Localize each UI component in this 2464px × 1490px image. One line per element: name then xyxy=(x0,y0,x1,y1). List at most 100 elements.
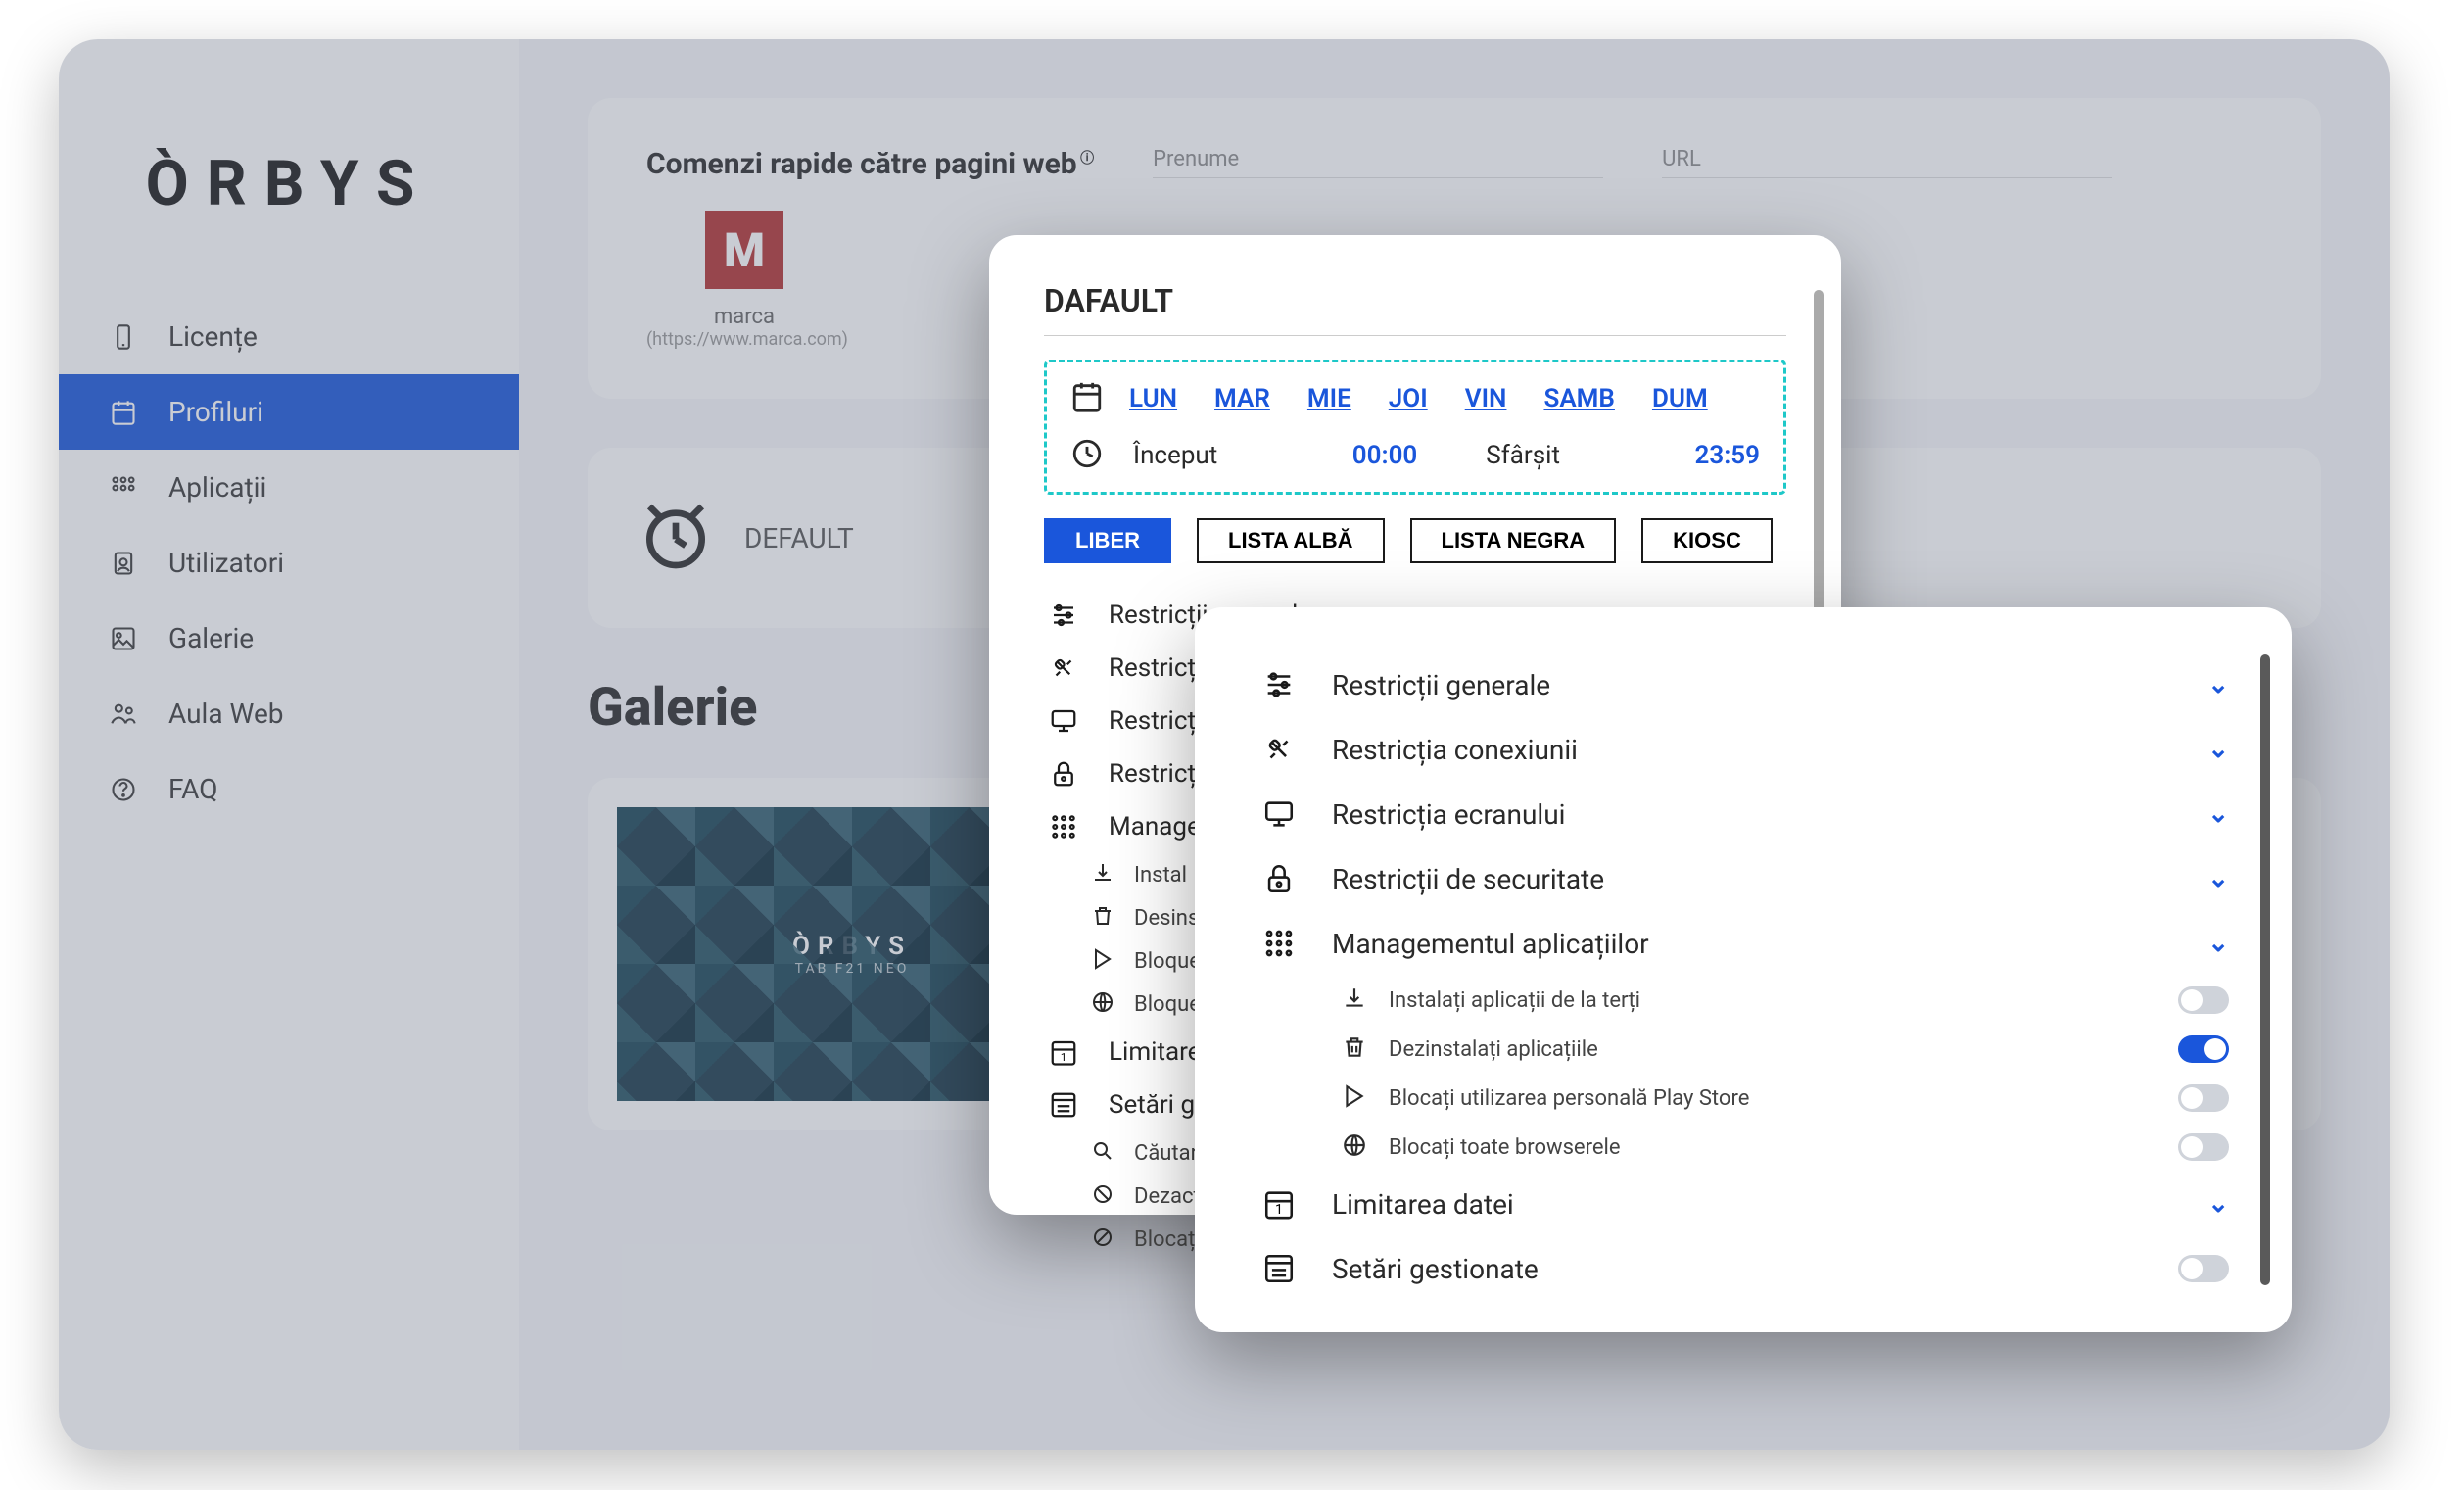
sidebar-item-label: Licențe xyxy=(168,320,258,353)
sidebar-item-licente[interactable]: Licențe xyxy=(59,299,519,374)
toggle-switch[interactable] xyxy=(2178,1255,2229,1282)
shortcut-name: marca xyxy=(646,305,842,329)
toggle-switch[interactable] xyxy=(2178,1084,2229,1112)
profile-name: DEFAULT xyxy=(744,522,854,554)
end-time[interactable]: 23:59 xyxy=(1694,441,1760,470)
globe-icon xyxy=(1091,990,1114,1018)
day-joi[interactable]: JOI xyxy=(1377,384,1440,413)
play-icon xyxy=(1342,1083,1367,1113)
section-managementul-aplicatiilor[interactable]: Managementul aplicațiilor⌄ xyxy=(1257,913,2229,974)
play-icon xyxy=(1091,947,1114,975)
image-icon xyxy=(108,623,139,654)
clock-icon xyxy=(1070,437,1104,474)
settings-page-icon xyxy=(1044,1090,1083,1120)
sidebar: ÒRBYS Licențe Profiluri Aplicații Utiliz… xyxy=(59,39,519,1450)
lock-icon xyxy=(1257,862,1301,895)
monitor-icon xyxy=(1044,706,1083,736)
chevron-down-icon: ⌄ xyxy=(2207,670,2229,699)
scrollbar[interactable] xyxy=(2260,654,2270,1285)
sidebar-item-label: Profiluri xyxy=(168,396,263,428)
sidebar-item-label: Galerie xyxy=(168,622,254,654)
chevron-down-icon: ⌄ xyxy=(2207,864,2229,893)
section-restrictia-ecranului[interactable]: Restricția ecranului⌄ xyxy=(1257,784,2229,844)
users-icon xyxy=(108,698,139,730)
day-dum[interactable]: DUM xyxy=(1640,384,1720,413)
start-label: Început xyxy=(1133,441,1217,470)
shortcut-url: (https://www.marca.com) xyxy=(646,329,842,350)
calendar-date-icon: 1 xyxy=(1257,1187,1301,1221)
plug-icon xyxy=(1257,733,1301,766)
toggle-instalati-terti: Instalați aplicații de la terți xyxy=(1257,978,2229,1023)
url-input[interactable]: URL xyxy=(1662,147,2112,178)
schedule-box: LUN MAR MIE JOI VIN SAMB DUM Început 00:… xyxy=(1044,360,1786,495)
apps-icon xyxy=(1257,927,1301,960)
plug-icon xyxy=(1044,653,1083,683)
sidebar-item-aula-web[interactable]: Aula Web xyxy=(59,676,519,751)
svg-text:1: 1 xyxy=(1061,1051,1066,1064)
sliders-icon xyxy=(1257,668,1301,701)
sidebar-item-galerie[interactable]: Galerie xyxy=(59,601,519,676)
apps-icon xyxy=(108,472,139,504)
toggle-dezinstalati: Dezinstalați aplicațiile xyxy=(1257,1027,2229,1072)
end-label: Sfârșit xyxy=(1486,441,1560,470)
sidebar-item-faq[interactable]: FAQ xyxy=(59,751,519,827)
chevron-down-icon: ⌄ xyxy=(2207,799,2229,829)
brand-logo: ÒRBYS xyxy=(59,108,519,299)
section-restrictia-conexiunii[interactable]: Restricția conexiunii⌄ xyxy=(1257,719,2229,780)
monitor-icon xyxy=(1257,797,1301,831)
section-restrictii-generale[interactable]: Restricții generale⌄ xyxy=(1257,654,2229,715)
restrictions-modal: Restricții generale⌄ Restricția conexiun… xyxy=(1195,607,2292,1332)
mode-lista-negra[interactable]: LISTA NEGRA xyxy=(1410,518,1617,563)
toggle-switch[interactable] xyxy=(2178,986,2229,1014)
prenume-input[interactable]: Prenume xyxy=(1153,147,1603,178)
sidebar-item-aplicatii[interactable]: Aplicații xyxy=(59,450,519,525)
section-restrictii-securitate[interactable]: Restricții de securitate⌄ xyxy=(1257,848,2229,909)
day-vin[interactable]: VIN xyxy=(1453,384,1519,413)
help-icon xyxy=(108,774,139,805)
apps-icon xyxy=(1044,812,1083,841)
day-samb[interactable]: SAMB xyxy=(1532,384,1626,413)
chevron-down-icon: ⌄ xyxy=(2207,929,2229,958)
alarm-icon xyxy=(637,497,715,579)
disable-icon xyxy=(1091,1182,1114,1210)
sidebar-item-label: Aula Web xyxy=(168,697,284,730)
sidebar-item-label: FAQ xyxy=(168,773,218,805)
sliders-icon xyxy=(1044,601,1083,630)
mode-lista-alba[interactable]: LISTA ALBĂ xyxy=(1197,518,1385,563)
user-badge-icon xyxy=(108,548,139,579)
calendar-date-icon: 1 xyxy=(1044,1037,1083,1067)
mode-liber[interactable]: LIBER xyxy=(1044,518,1171,563)
chevron-down-icon: ⌄ xyxy=(2207,1189,2229,1219)
day-mar[interactable]: MAR xyxy=(1203,384,1282,413)
toggle-switch[interactable] xyxy=(2178,1035,2229,1063)
trash-icon xyxy=(1342,1034,1367,1064)
toggle-blocati-playstore: Blocați utilizarea personală Play Store xyxy=(1257,1076,2229,1121)
sidebar-item-profiluri[interactable]: Profiluri xyxy=(59,374,519,450)
section-limitarea-datei[interactable]: 1Limitarea datei⌄ xyxy=(1257,1174,2229,1234)
toggle-blocati-browsere: Blocați toate browserele xyxy=(1257,1125,2229,1170)
sidebar-item-label: Aplicații xyxy=(168,471,266,504)
download-icon xyxy=(1342,985,1367,1015)
calendar-icon xyxy=(108,397,139,428)
shortcuts-title: Comenzi rapide către pagini web ⓘ xyxy=(646,147,1094,181)
sidebar-item-utilizatori[interactable]: Utilizatori xyxy=(59,525,519,601)
sidebar-item-label: Utilizatori xyxy=(168,547,284,579)
mode-kiosc[interactable]: KIOSC xyxy=(1641,518,1773,563)
svg-text:1: 1 xyxy=(1275,1202,1283,1218)
day-mie[interactable]: MIE xyxy=(1296,384,1363,413)
start-time[interactable]: 00:00 xyxy=(1352,441,1418,470)
day-lun[interactable]: LUN xyxy=(1117,384,1189,413)
block-icon xyxy=(1091,1226,1114,1253)
toggle-switch[interactable] xyxy=(2178,1133,2229,1161)
trash-icon xyxy=(1091,904,1114,932)
search-icon xyxy=(1091,1139,1114,1167)
marca-icon: M xyxy=(705,211,783,289)
calendar-icon xyxy=(1070,380,1104,417)
section-setari-gestionate[interactable]: Setări gestionate xyxy=(1257,1238,2229,1299)
download-icon xyxy=(1091,861,1114,889)
settings-page-icon xyxy=(1257,1252,1301,1285)
lock-icon xyxy=(1044,759,1083,789)
shortcut-item[interactable]: M marca (https://www.marca.com) xyxy=(646,211,842,350)
globe-icon xyxy=(1342,1132,1367,1162)
device-icon xyxy=(108,321,139,353)
